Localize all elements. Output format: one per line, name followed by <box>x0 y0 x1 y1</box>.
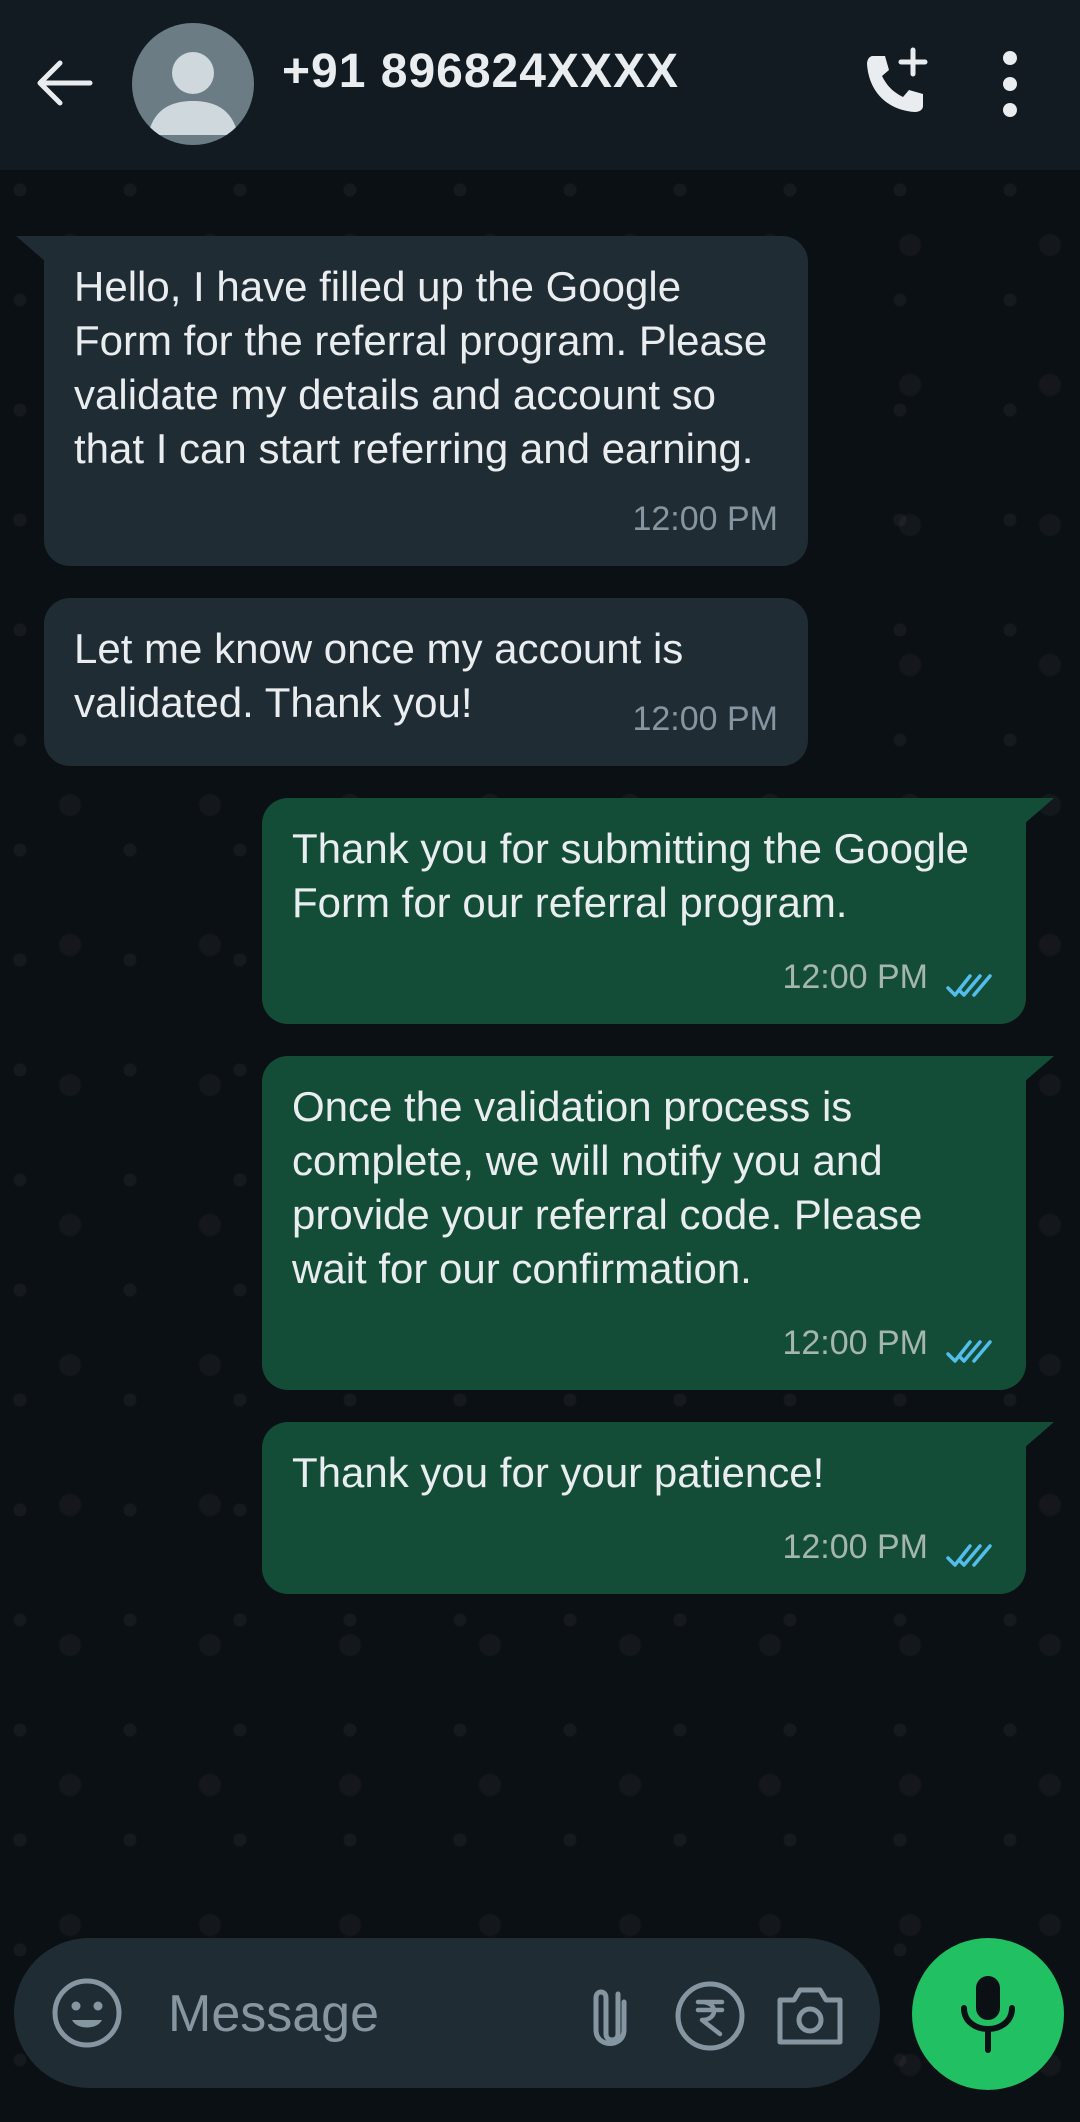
camera-icon[interactable] <box>772 1980 848 2052</box>
more-options-icon[interactable] <box>990 44 1030 124</box>
message-time: 12:00 PM <box>632 700 778 738</box>
mic-icon <box>961 1976 1015 2053</box>
incoming-message[interactable]: Hello, I have filled up the Google Form … <box>16 236 808 566</box>
incoming-message[interactable]: Let me know once my account is validated… <box>44 598 808 766</box>
back-arrow-icon[interactable] <box>30 48 100 118</box>
add-call-icon[interactable] <box>855 44 935 124</box>
outgoing-message[interactable]: Thank you for submitting the Google Form… <box>262 798 1054 1024</box>
mic-button[interactable] <box>912 1938 1064 2090</box>
message-time: 12:00 PM <box>782 1324 928 1362</box>
bubble-tail <box>1024 798 1054 824</box>
bubble-tail <box>16 236 46 262</box>
message-time: 12:00 PM <box>782 958 928 996</box>
message-time: 12:00 PM <box>632 500 778 538</box>
message-text: Hello, I have filled up the Google Form … <box>74 263 768 472</box>
chat-area[interactable]: Hello, I have filled up the Google Form … <box>0 170 1080 2122</box>
double-tick-icon <box>946 974 992 997</box>
bubble-tail <box>1024 1422 1054 1448</box>
bubble-tail <box>1024 1056 1054 1082</box>
message-time: 12:00 PM <box>782 1528 928 1566</box>
outgoing-message[interactable]: Thank you for your patience! 12:00 PM <box>262 1422 1054 1594</box>
double-tick-icon <box>946 1340 992 1363</box>
message-composer <box>14 1938 880 2088</box>
emoji-icon[interactable] <box>50 1976 124 2050</box>
double-tick-icon <box>946 1544 992 1567</box>
rupee-payment-icon[interactable] <box>672 1978 748 2054</box>
message-input[interactable] <box>166 1978 550 2050</box>
attach-icon[interactable] <box>574 1978 650 2054</box>
avatar-icon[interactable] <box>132 23 254 145</box>
contact-name[interactable]: +91 896824XXXX <box>282 44 679 99</box>
message-text: Thank you for submitting the Google Form… <box>292 825 970 926</box>
outgoing-message[interactable]: Once the validation process is complete,… <box>262 1056 1054 1390</box>
message-text: Once the validation process is complete,… <box>292 1083 923 1292</box>
chat-header: +91 896824XXXX <box>0 0 1080 170</box>
message-text: Thank you for your patience! <box>292 1449 825 1496</box>
